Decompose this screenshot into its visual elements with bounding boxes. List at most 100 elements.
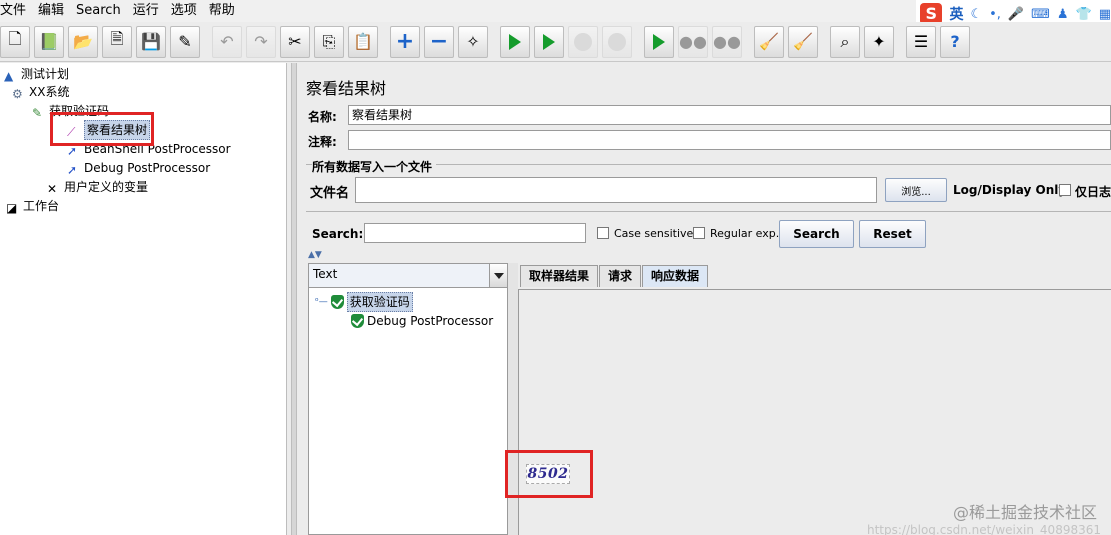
name-field[interactable]: 察看结果树 [348,105,1111,125]
tree-node-thread-group[interactable]: ⚙ XX系统 [12,83,69,101]
toggle-icon[interactable]: ✧ [458,25,488,58]
chevron-down-icon[interactable] [489,264,507,287]
renderer-combo[interactable]: Text [309,264,507,288]
result-item-sampler[interactable]: ᵒ— 获取验证码 [315,292,413,312]
menu-run[interactable]: 运行 [127,0,165,22]
redo-icon[interactable]: ↷ [246,25,276,58]
workbench-icon: ◪ [6,201,18,215]
highlight-box [50,112,154,146]
page-title: 察看结果树 [306,79,387,98]
start-icon[interactable] [500,25,530,58]
clear-icon[interactable]: 🧹 [754,25,784,58]
result-item-debug[interactable]: Debug PostProcessor [351,312,493,330]
gear-icon: ⚙ [12,87,23,101]
user-icon[interactable]: ♟ [1057,7,1069,22]
close-icon[interactable]: 🗎 [102,25,132,58]
tree-label: XX系统 [29,85,70,99]
remote-shutdown-icon[interactable]: ●● [712,25,742,58]
tab-request[interactable]: 请求 [599,265,642,287]
splitter[interactable] [291,63,297,535]
comment-label: 注释: [308,135,337,149]
filename-input[interactable] [355,177,877,203]
tree-node-workbench[interactable]: ◪ 工作台 [6,197,59,215]
sampler-pen-icon: ✎ [32,106,43,120]
toolbar: 🗋 📗 📂 🗎 💾 ✎ ↶ ↷ ✂ ⎘ 📋 + − ✧ ●● ●● 🧹 🧹 ⌕ … [0,22,1111,62]
shutdown-icon[interactable] [602,25,632,58]
copy-icon[interactable]: ⎘ [314,25,344,58]
group-title: 所有数据写入一个文件 [312,158,437,175]
punctuation-icon[interactable]: •, [989,7,1001,22]
result-label: 获取验证码 [346,292,413,312]
collapse-arrows-icon[interactable]: ▲▼ [308,250,322,260]
tree-label: Debug PostProcessor [84,161,211,175]
reset-button[interactable]: Reset [859,220,926,248]
paste-icon[interactable]: 📋 [348,25,378,58]
tab-response-data[interactable]: 响应数据 [642,265,709,287]
skin-icon[interactable]: 👕 [1076,7,1092,22]
moon-icon[interactable]: ☾ [970,7,982,22]
success-shield-icon [351,314,364,328]
ime-language[interactable]: 英 [949,4,963,24]
tree-label: 测试计划 [21,67,70,81]
menu-file[interactable]: 文件 [0,0,32,22]
undo-icon[interactable]: ↶ [212,25,242,58]
search-label: Search: [312,227,364,241]
renderer-value: Text [313,267,338,281]
case-sensitive-checkbox[interactable] [597,227,609,239]
watermark: @稀土掘金技术社区 [952,503,1097,522]
tree-node-user-vars[interactable]: ✕ 用户定义的变量 [47,178,148,196]
search-binoculars-icon[interactable]: ⌕ [830,25,860,58]
result-tabs: 取样器结果 请求 响应数据 [520,265,709,289]
templates-icon[interactable]: 📗 [34,25,64,58]
microphone-icon[interactable]: 🎤 [1008,7,1024,22]
cut-icon[interactable]: ✂ [280,25,310,58]
wrench-icon: ✕ [47,182,58,196]
regexp-label: Regular exp. [710,227,780,240]
success-shield-icon [330,295,344,309]
errors-only-checkbox[interactable] [1059,184,1071,196]
tree-node-debug[interactable]: ➚ Debug PostProcessor [67,159,210,177]
arrow-icon: ➚ [67,163,78,177]
test-plan-tree: ▲ 测试计划 ⚙ XX系统 ✎ 获取验证码 ⟋ 察看结果树 ➚ BeanShel… [0,63,287,535]
tab-sampler-result[interactable]: 取样器结果 [520,265,599,287]
expand-icon[interactable]: + [390,25,420,58]
start-no-pauses-icon[interactable] [534,25,564,58]
tree-expander-icon[interactable]: ᵒ— [315,293,328,311]
save-screenshot-icon[interactable]: ✎ [170,25,200,58]
errors-only-label: 仅日志 [1075,185,1111,199]
comment-field[interactable] [348,130,1111,150]
keyboard-icon[interactable]: ⌨ [1031,7,1050,22]
grid-icon[interactable]: ▦ [1099,7,1111,22]
captcha-highlight-box [505,450,593,498]
search-separator [306,211,1111,212]
log-display-label: Log/Display Only: [953,183,1071,197]
search-input[interactable] [364,223,586,243]
clear-all-icon[interactable]: 🧹 [788,25,818,58]
name-label: 名称: [308,110,337,124]
save-icon[interactable]: 💾 [136,25,166,58]
menu-search[interactable]: Search [70,0,127,22]
help-icon[interactable]: ? [940,25,970,58]
flask-icon: ▲ [4,69,14,83]
collapse-icon[interactable]: − [424,25,454,58]
search-button[interactable]: Search [779,220,854,248]
case-sensitive-label: Case sensitive [614,227,694,240]
function-helper-icon[interactable]: ☰ [906,25,936,58]
filename-label: 文件名 [310,186,350,201]
menu-options[interactable]: 选项 [165,0,203,22]
regexp-checkbox[interactable] [693,227,705,239]
browse-button[interactable]: 浏览... [885,178,947,202]
open-icon[interactable]: 📂 [68,25,98,58]
tree-label: 工作台 [23,199,60,213]
menu-help[interactable]: 帮助 [203,0,241,22]
tree-label: 用户定义的变量 [64,180,149,194]
watermark-url: https://blog.csdn.net/weixin_40898361 [866,523,1101,535]
menu-edit[interactable]: 编辑 [32,0,70,22]
tree-node-test-plan[interactable]: ▲ 测试计划 [4,65,69,83]
remote-start-icon[interactable] [644,25,674,58]
reset-search-icon[interactable]: ✦ [864,25,894,58]
remote-stop-icon[interactable]: ●● [678,25,708,58]
new-icon[interactable]: 🗋 [0,25,30,58]
stop-icon[interactable] [568,25,598,58]
results-tree: Text ᵒ— 获取验证码 Debug PostProcessor [308,263,508,535]
